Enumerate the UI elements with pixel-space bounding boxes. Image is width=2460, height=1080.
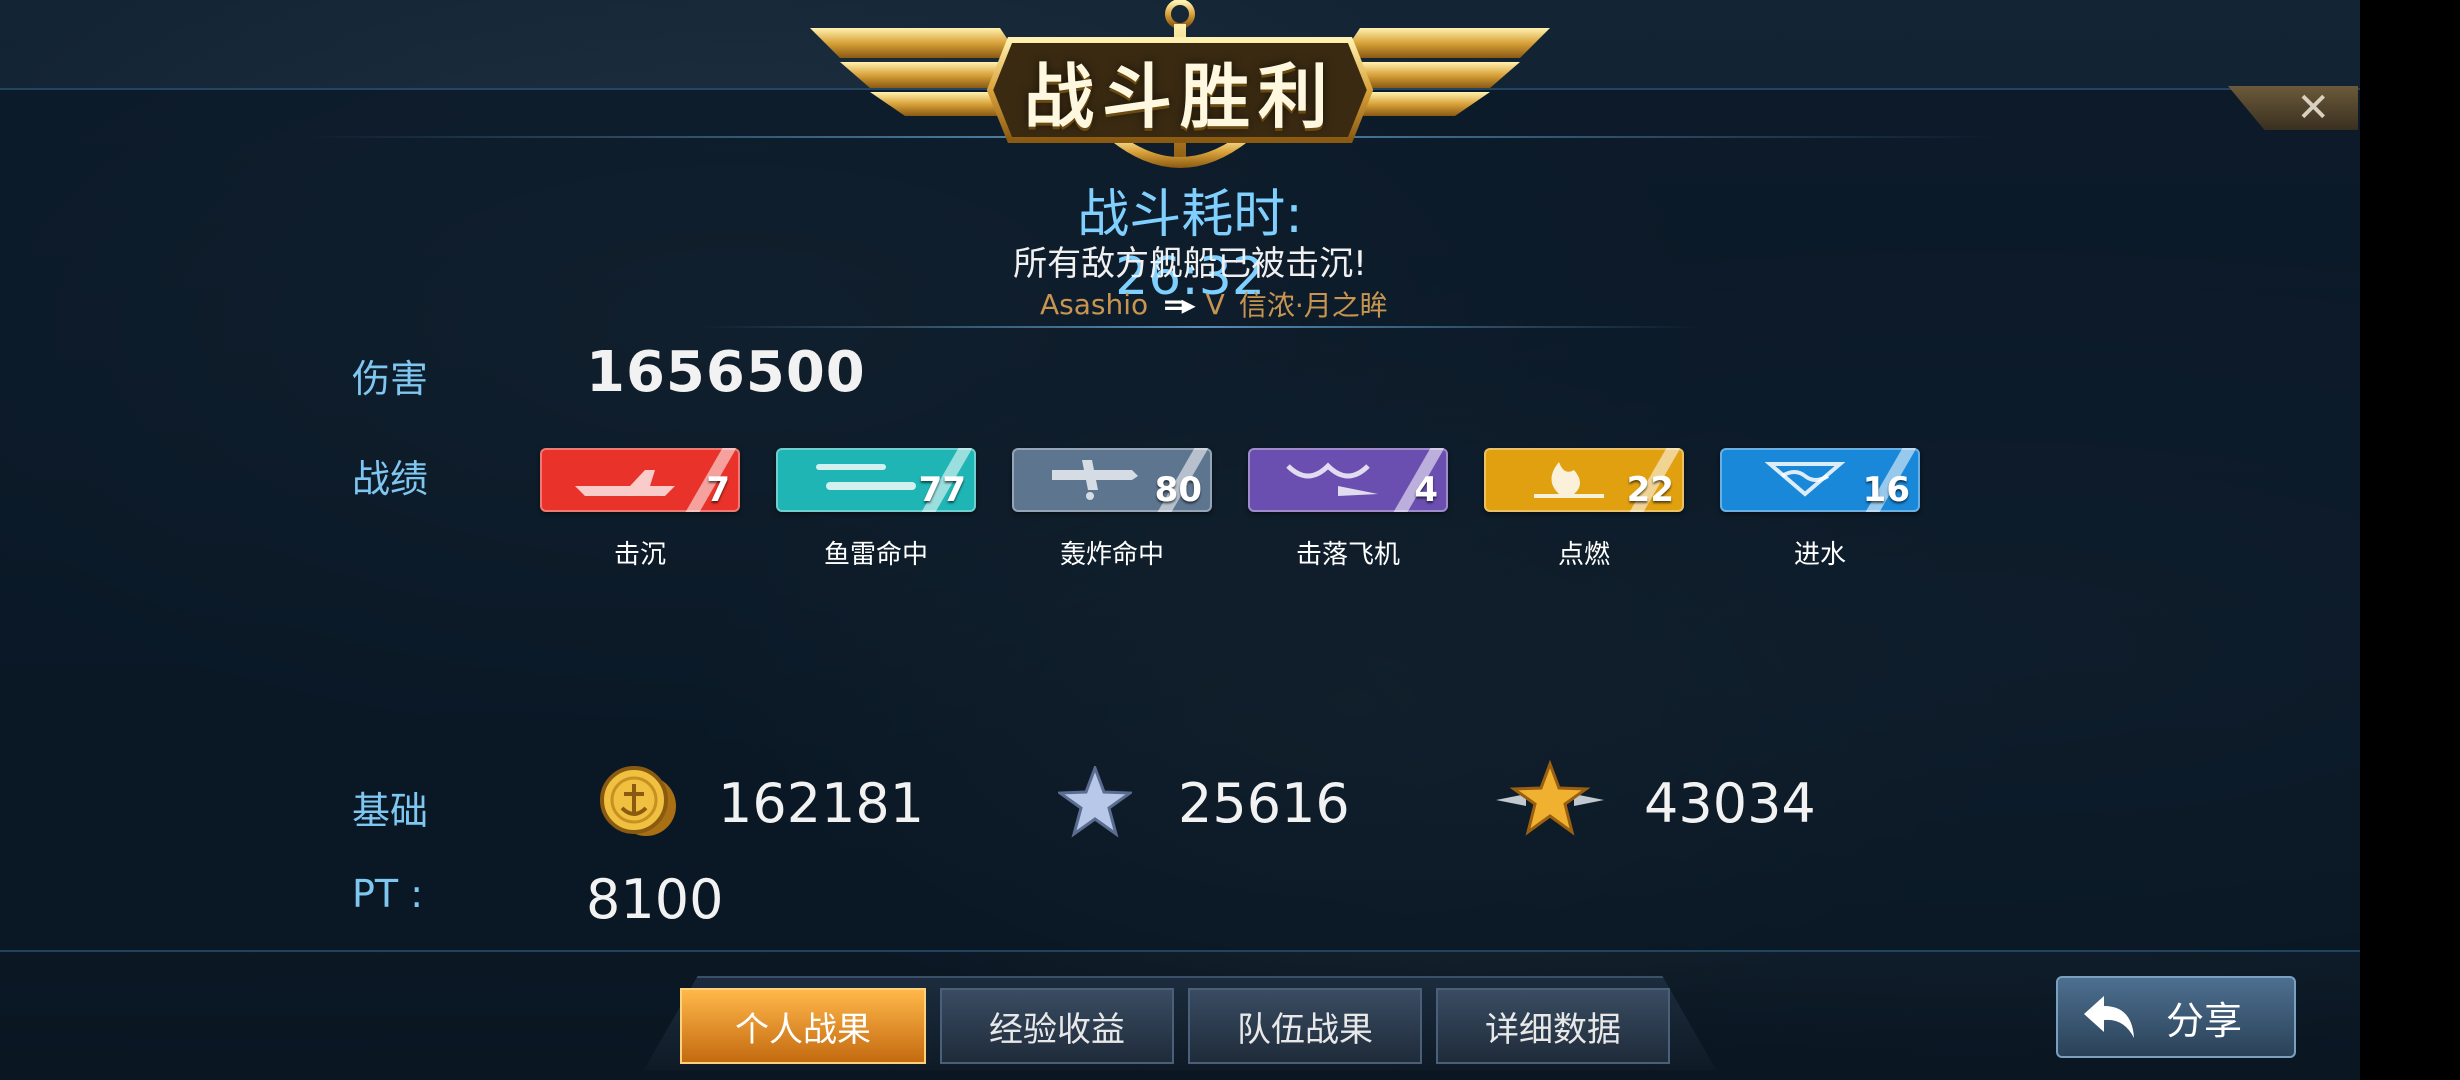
stat-badge: 7: [540, 448, 740, 512]
torpedo-icon: [816, 464, 916, 490]
bomber-plane-icon: [1052, 460, 1138, 500]
damage-value: 1656500: [586, 340, 866, 405]
stat-torpedo: 77 鱼雷命中: [776, 448, 976, 571]
divider-mid: [700, 326, 1700, 328]
fire-icon: [1534, 462, 1604, 498]
tab-exp-rewards[interactable]: 经验收益: [940, 988, 1174, 1064]
stat-badge: 77: [776, 448, 976, 512]
gold-coin-icon: [600, 766, 676, 836]
victory-title: 战斗胜利: [1024, 55, 1336, 138]
stat-label: 击落飞机: [1295, 540, 1400, 570]
gold-star-icon: [1496, 760, 1604, 836]
player-left-name: Asashio: [1040, 287, 1149, 321]
exp-value: 25616: [1178, 772, 1350, 835]
flooding-icon: [1764, 462, 1846, 497]
stat-badge: 4: [1248, 448, 1448, 512]
stat-badge: 22: [1484, 448, 1684, 512]
stat-label: 击沉: [613, 540, 666, 570]
stat-value: 22: [1626, 470, 1674, 510]
arrow-icon: =▸: [1162, 287, 1195, 321]
vs-label: V: [1205, 287, 1225, 321]
matchup: Asashio =▸ V 信浓·月之眸: [1040, 284, 1388, 324]
tab-personal-results[interactable]: 个人战果: [680, 988, 926, 1064]
stat-label: 鱼雷命中: [823, 540, 928, 570]
damage-label: 伤害: [352, 357, 429, 401]
stat-value: 7: [706, 470, 730, 510]
stat-label: 轰炸命中: [1059, 540, 1164, 570]
shot-down-plane-icon: [1286, 462, 1378, 496]
stat-label: 进水: [1793, 540, 1846, 570]
stat-flood: 16 进水: [1720, 448, 1920, 571]
coins-value: 162181: [718, 772, 925, 835]
battle-result-message: 所有敌方舰船已被击沉!: [1013, 244, 1367, 284]
record-label: 战绩: [352, 457, 429, 501]
stat-value: 4: [1414, 470, 1438, 510]
player-right-name: 信浓·月之眸: [1238, 289, 1388, 322]
stat-bomb: 80 轰炸命中: [1012, 448, 1212, 571]
stat-value: 16: [1862, 470, 1910, 510]
stat-fire: 22 点燃: [1484, 448, 1684, 571]
share-arrow-icon: [2084, 996, 2134, 1038]
base-label: 基础: [352, 789, 429, 833]
close-icon: ✕: [2296, 85, 2330, 131]
stat-sink: 7 击沉: [540, 448, 740, 571]
silver-star-icon: [1058, 766, 1132, 838]
stat-shotdown: 4 击落飞机: [1248, 448, 1448, 571]
ship-sinking-icon: [575, 470, 675, 496]
stat-value: 77: [918, 470, 966, 510]
stat-value: 80: [1154, 470, 1202, 510]
tab-detailed-data[interactable]: 详细数据: [1436, 988, 1670, 1064]
share-label: 分享: [2166, 998, 2243, 1043]
tab-team-results[interactable]: 队伍战果: [1188, 988, 1422, 1064]
stat-label: 点燃: [1557, 540, 1610, 570]
pt-label: PT :: [352, 872, 424, 916]
stat-badge: 80: [1012, 448, 1212, 512]
rank-exp-value: 43034: [1644, 772, 1816, 835]
share-button[interactable]: 分享: [2056, 976, 2296, 1058]
stat-badge: 16: [1720, 448, 1920, 512]
screen-edge: [2360, 0, 2460, 1080]
pt-value: 8100: [586, 868, 724, 931]
